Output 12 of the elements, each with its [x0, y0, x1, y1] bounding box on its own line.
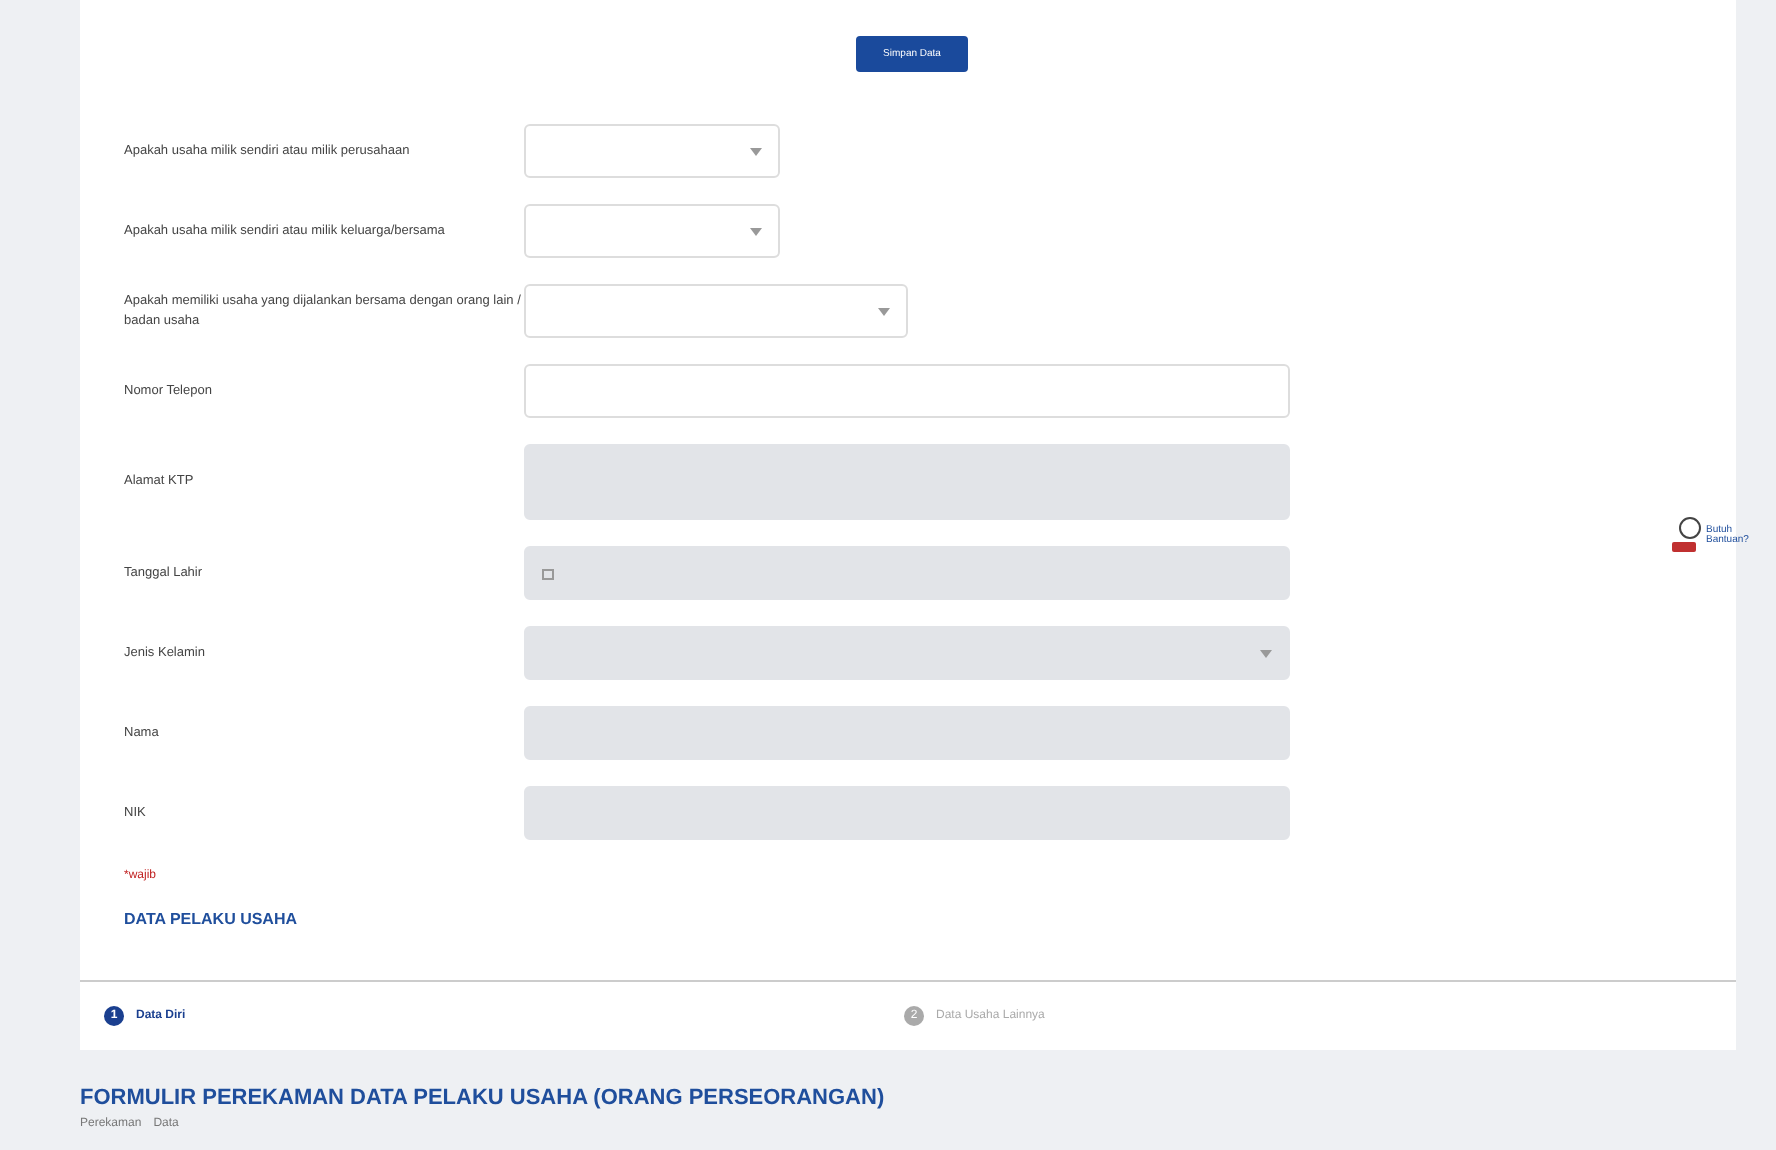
caret-icon: [750, 227, 762, 235]
page-title: FORMULIR PEREKAMAN DATA PELAKU USAHA (ORANG PERSEORANGAN): [80, 1086, 887, 1110]
select-field[interactable]: [524, 204, 780, 258]
calendar-icon: [542, 567, 554, 579]
caret-icon: [750, 147, 762, 155]
select-field[interactable]: [524, 284, 908, 338]
caret-icon: [1260, 649, 1272, 657]
input-field[interactable]: [524, 364, 1290, 418]
section-heading: DATA PELAKU USAHA: [124, 910, 300, 928]
help-icon[interactable]: [1670, 516, 1702, 556]
caret-icon: [878, 307, 890, 315]
select-field[interactable]: [524, 124, 780, 178]
